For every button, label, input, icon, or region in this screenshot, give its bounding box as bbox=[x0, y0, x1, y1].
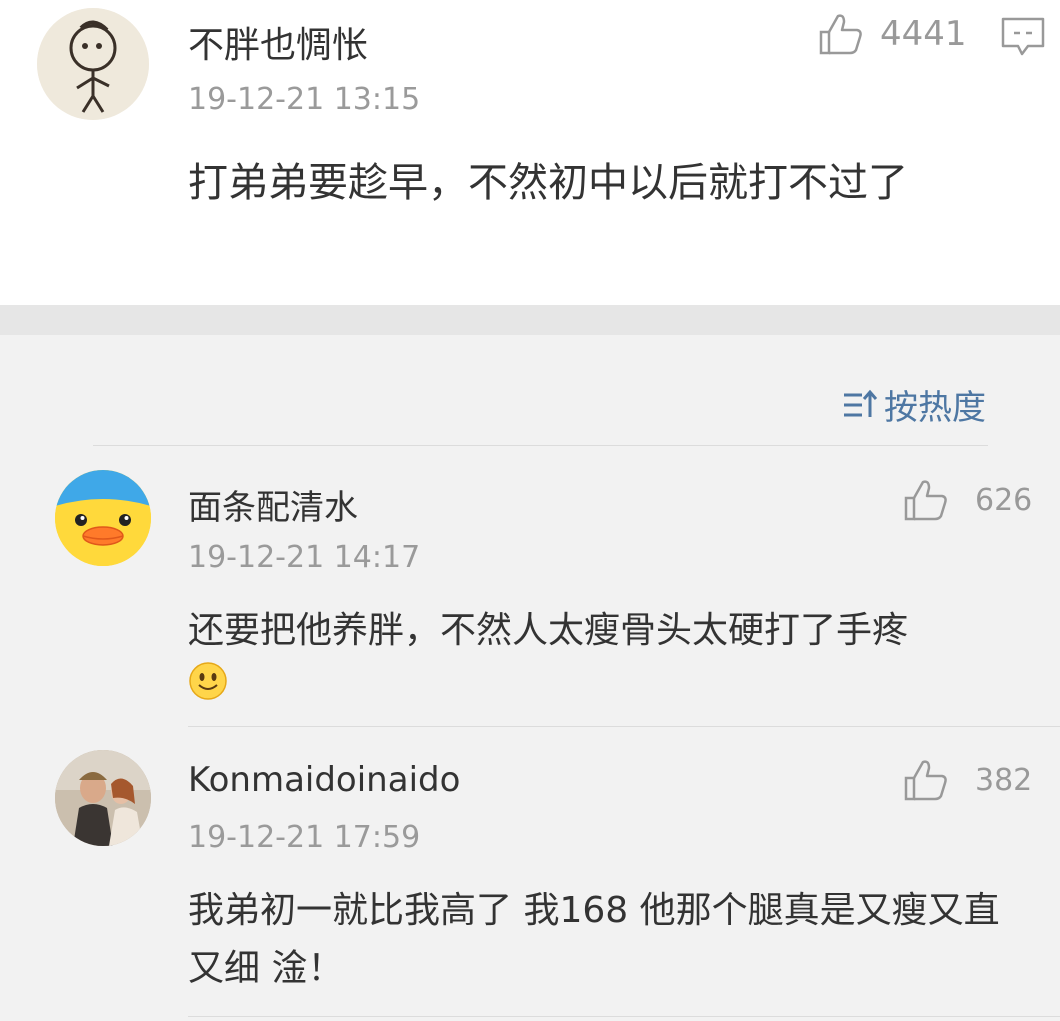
duck-avatar-image bbox=[55, 470, 151, 566]
like-count: 4441 bbox=[880, 14, 967, 54]
username[interactable]: Konmaidoinaido bbox=[188, 760, 460, 800]
comment-text-body: 还要把他养胖，不然人太瘦骨头太硬打了手疼 bbox=[188, 610, 909, 651]
avatar[interactable] bbox=[55, 750, 151, 846]
section-divider bbox=[0, 305, 1060, 335]
like-button[interactable]: 626 bbox=[903, 478, 1032, 522]
divider bbox=[188, 1016, 1060, 1017]
divider bbox=[93, 445, 988, 446]
username[interactable]: 不胖也惆怅 bbox=[188, 16, 368, 68]
thumbs-up-icon bbox=[819, 14, 862, 55]
comment-text: 还要把他养胖，不然人太瘦骨头太硬打了手疼 bbox=[188, 602, 1038, 719]
thumbs-up-icon bbox=[904, 760, 947, 801]
sort-label: 按热度 bbox=[884, 388, 986, 428]
photo-avatar-image bbox=[55, 750, 151, 846]
timestamp: 19-12-21 17:59 bbox=[188, 820, 421, 855]
avatar[interactable] bbox=[37, 8, 149, 120]
comment-text: 我弟初一就比我高了 我168 他那个腿真是又瘦又直又细 淦！ bbox=[188, 890, 1000, 989]
like-count: 382 bbox=[975, 762, 1033, 798]
top-comment-card: 不胖也惆怅 19-12-21 13:15 4441 打弟弟要趁早，不然初中以后就… bbox=[0, 0, 1060, 305]
comment-text: 打弟弟要趁早，不然初中以后就打不过了 bbox=[188, 160, 908, 206]
like-count: 626 bbox=[975, 482, 1033, 518]
thumbs-up-icon bbox=[904, 480, 947, 521]
smile-emoji-icon bbox=[188, 661, 228, 719]
reply-icon[interactable] bbox=[1000, 16, 1046, 62]
sketch-avatar-image bbox=[37, 8, 149, 120]
avatar[interactable] bbox=[55, 470, 151, 566]
like-button[interactable]: 4441 bbox=[818, 12, 967, 56]
like-button[interactable]: 382 bbox=[903, 758, 1032, 802]
sort-by-hot-button[interactable]: 按热度 bbox=[842, 380, 986, 429]
timestamp: 19-12-21 13:15 bbox=[188, 82, 421, 117]
username[interactable]: 面条配清水 bbox=[188, 480, 358, 529]
divider bbox=[188, 726, 1060, 727]
timestamp: 19-12-21 14:17 bbox=[188, 540, 421, 575]
sort-icon bbox=[844, 389, 878, 417]
